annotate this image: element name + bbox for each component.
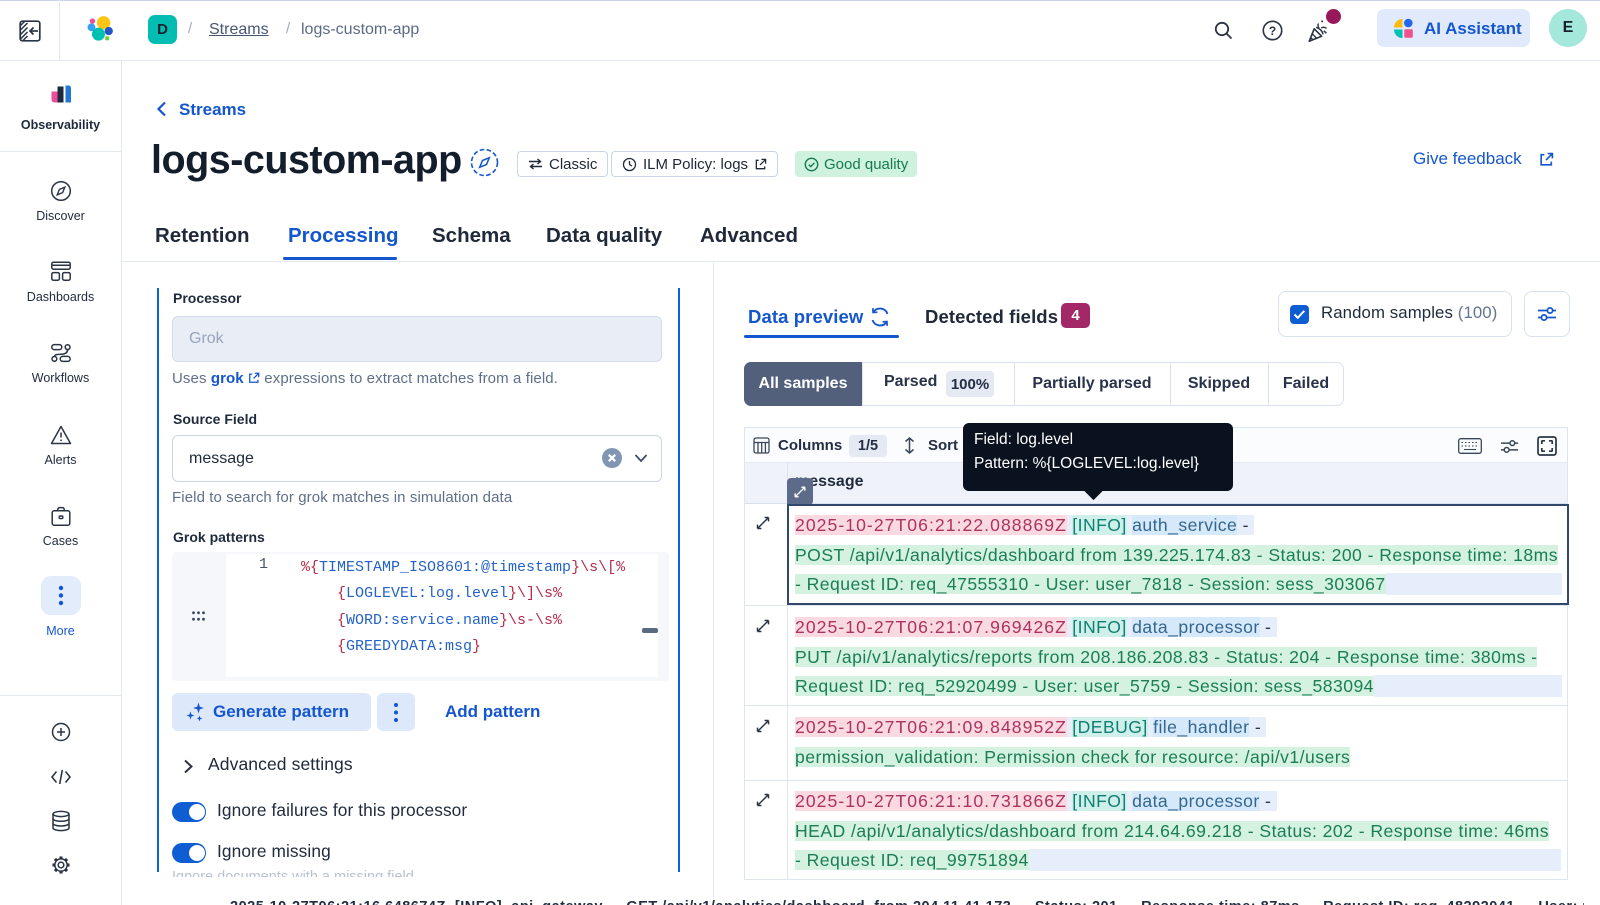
- svg-text:?: ?: [1269, 24, 1276, 38]
